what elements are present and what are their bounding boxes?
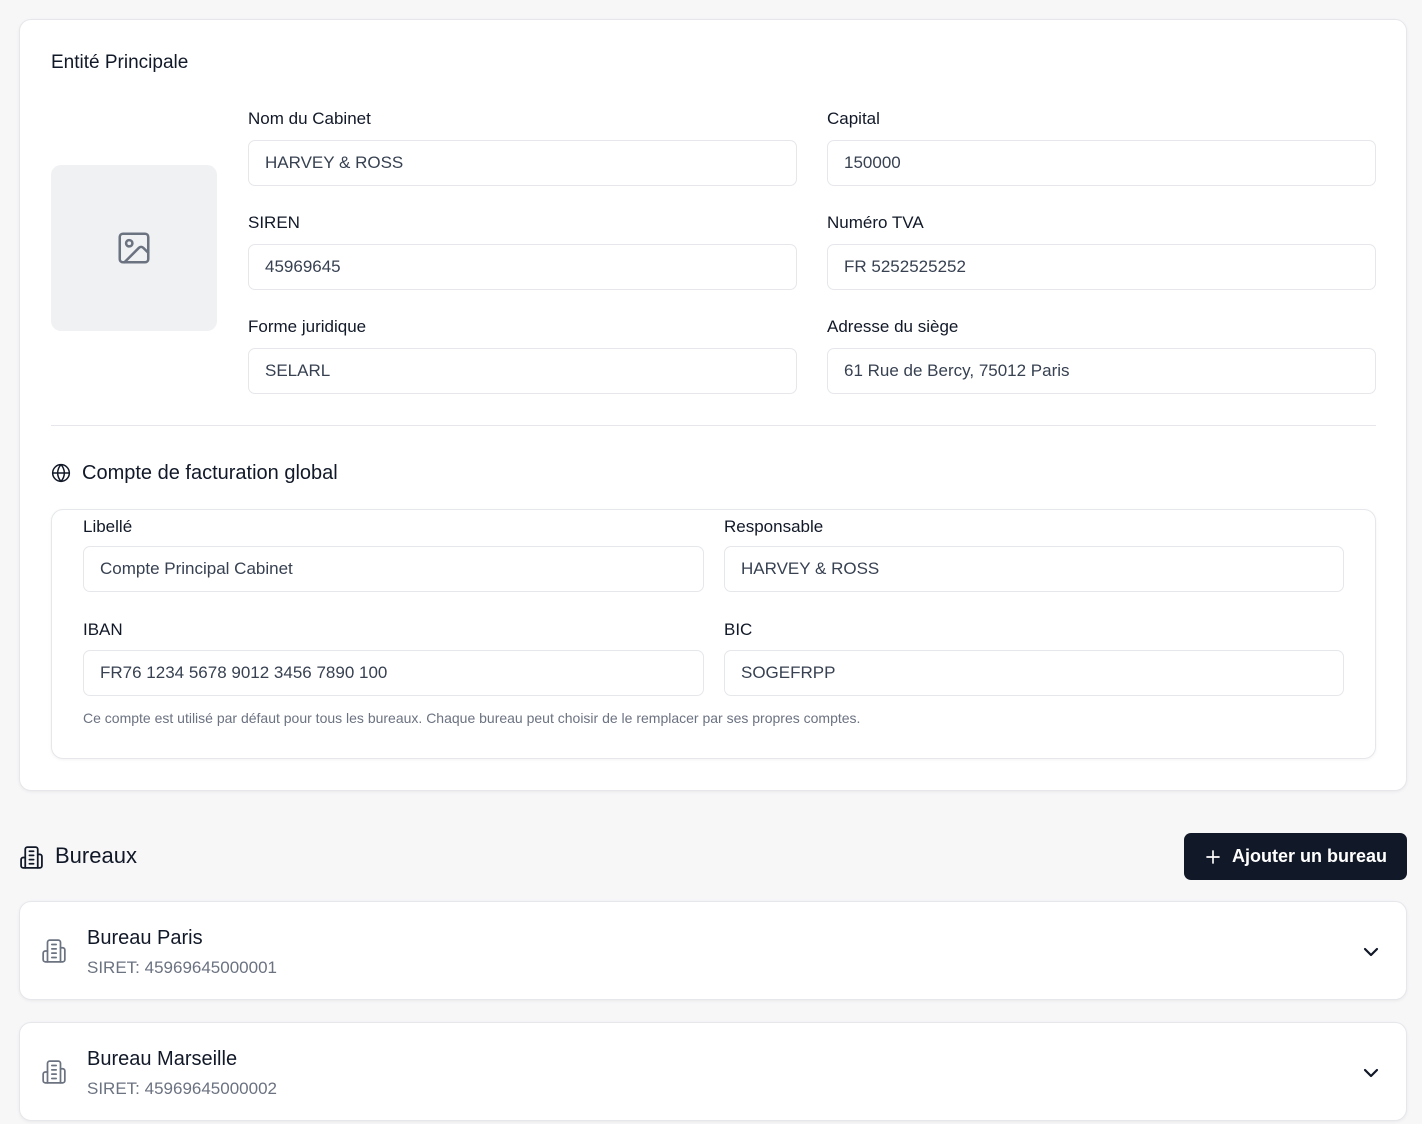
- office-name: Bureau Paris: [87, 927, 203, 949]
- chevron-down-icon[interactable]: [1359, 1061, 1383, 1085]
- responsable-input[interactable]: [724, 546, 1344, 592]
- iban-input[interactable]: [83, 650, 704, 696]
- iban-label: IBAN: [83, 620, 123, 639]
- bureaux-title: Bureaux: [55, 843, 137, 868]
- tva-label: Numéro TVA: [827, 213, 924, 232]
- billing-title: Compte de facturation global: [82, 462, 338, 484]
- office-siret: SIRET: 45969645000001: [87, 958, 277, 977]
- office-siret: SIRET: 45969645000002: [87, 1079, 277, 1098]
- libelle-input[interactable]: [83, 546, 704, 592]
- capital-input[interactable]: [827, 140, 1376, 186]
- entity-card: Entité Principale Nom du Cabinet SIREN F…: [19, 19, 1407, 791]
- add-bureau-label: Ajouter un bureau: [1231, 846, 1387, 866]
- globe-icon: [51, 463, 71, 483]
- capital-label: Capital: [827, 109, 880, 128]
- plus-icon: [1204, 848, 1222, 866]
- building-icon: [41, 938, 67, 964]
- image-icon: [118, 232, 150, 264]
- responsable-label: Responsable: [724, 517, 824, 536]
- building-icon: [41, 1059, 67, 1085]
- libelle-label: Libellé: [83, 517, 133, 536]
- siren-input[interactable]: [248, 244, 797, 290]
- bic-input[interactable]: [724, 650, 1344, 696]
- billing-account-card: Libellé Responsable IBAN BIC Ce compte e…: [51, 509, 1376, 759]
- adresse-label: Adresse du siège: [827, 317, 959, 336]
- bic-label: BIC: [724, 620, 753, 639]
- tva-input[interactable]: [827, 244, 1376, 290]
- billing-helper-text: Ce compte est utilisé par défaut pour to…: [83, 710, 861, 726]
- logo-upload[interactable]: [51, 165, 217, 331]
- office-item-marseille[interactable]: Bureau Marseille SIRET: 45969645000002: [19, 1022, 1407, 1121]
- nom-cabinet-input[interactable]: [248, 140, 797, 186]
- office-name: Bureau Marseille: [87, 1048, 238, 1070]
- entity-title: Entité Principale: [51, 52, 189, 73]
- forme-label: Forme juridique: [248, 317, 367, 336]
- siren-label: SIREN: [248, 213, 300, 232]
- nom-label: Nom du Cabinet: [248, 109, 371, 128]
- chevron-down-icon[interactable]: [1359, 940, 1383, 964]
- section-divider: [51, 425, 1376, 426]
- building-icon: [19, 845, 44, 870]
- forme-juridique-input[interactable]: [248, 348, 797, 394]
- add-bureau-button[interactable]: Ajouter un bureau: [1184, 833, 1407, 880]
- office-item-paris[interactable]: Bureau Paris SIRET: 45969645000001: [19, 901, 1407, 1000]
- adresse-input[interactable]: [827, 348, 1376, 394]
